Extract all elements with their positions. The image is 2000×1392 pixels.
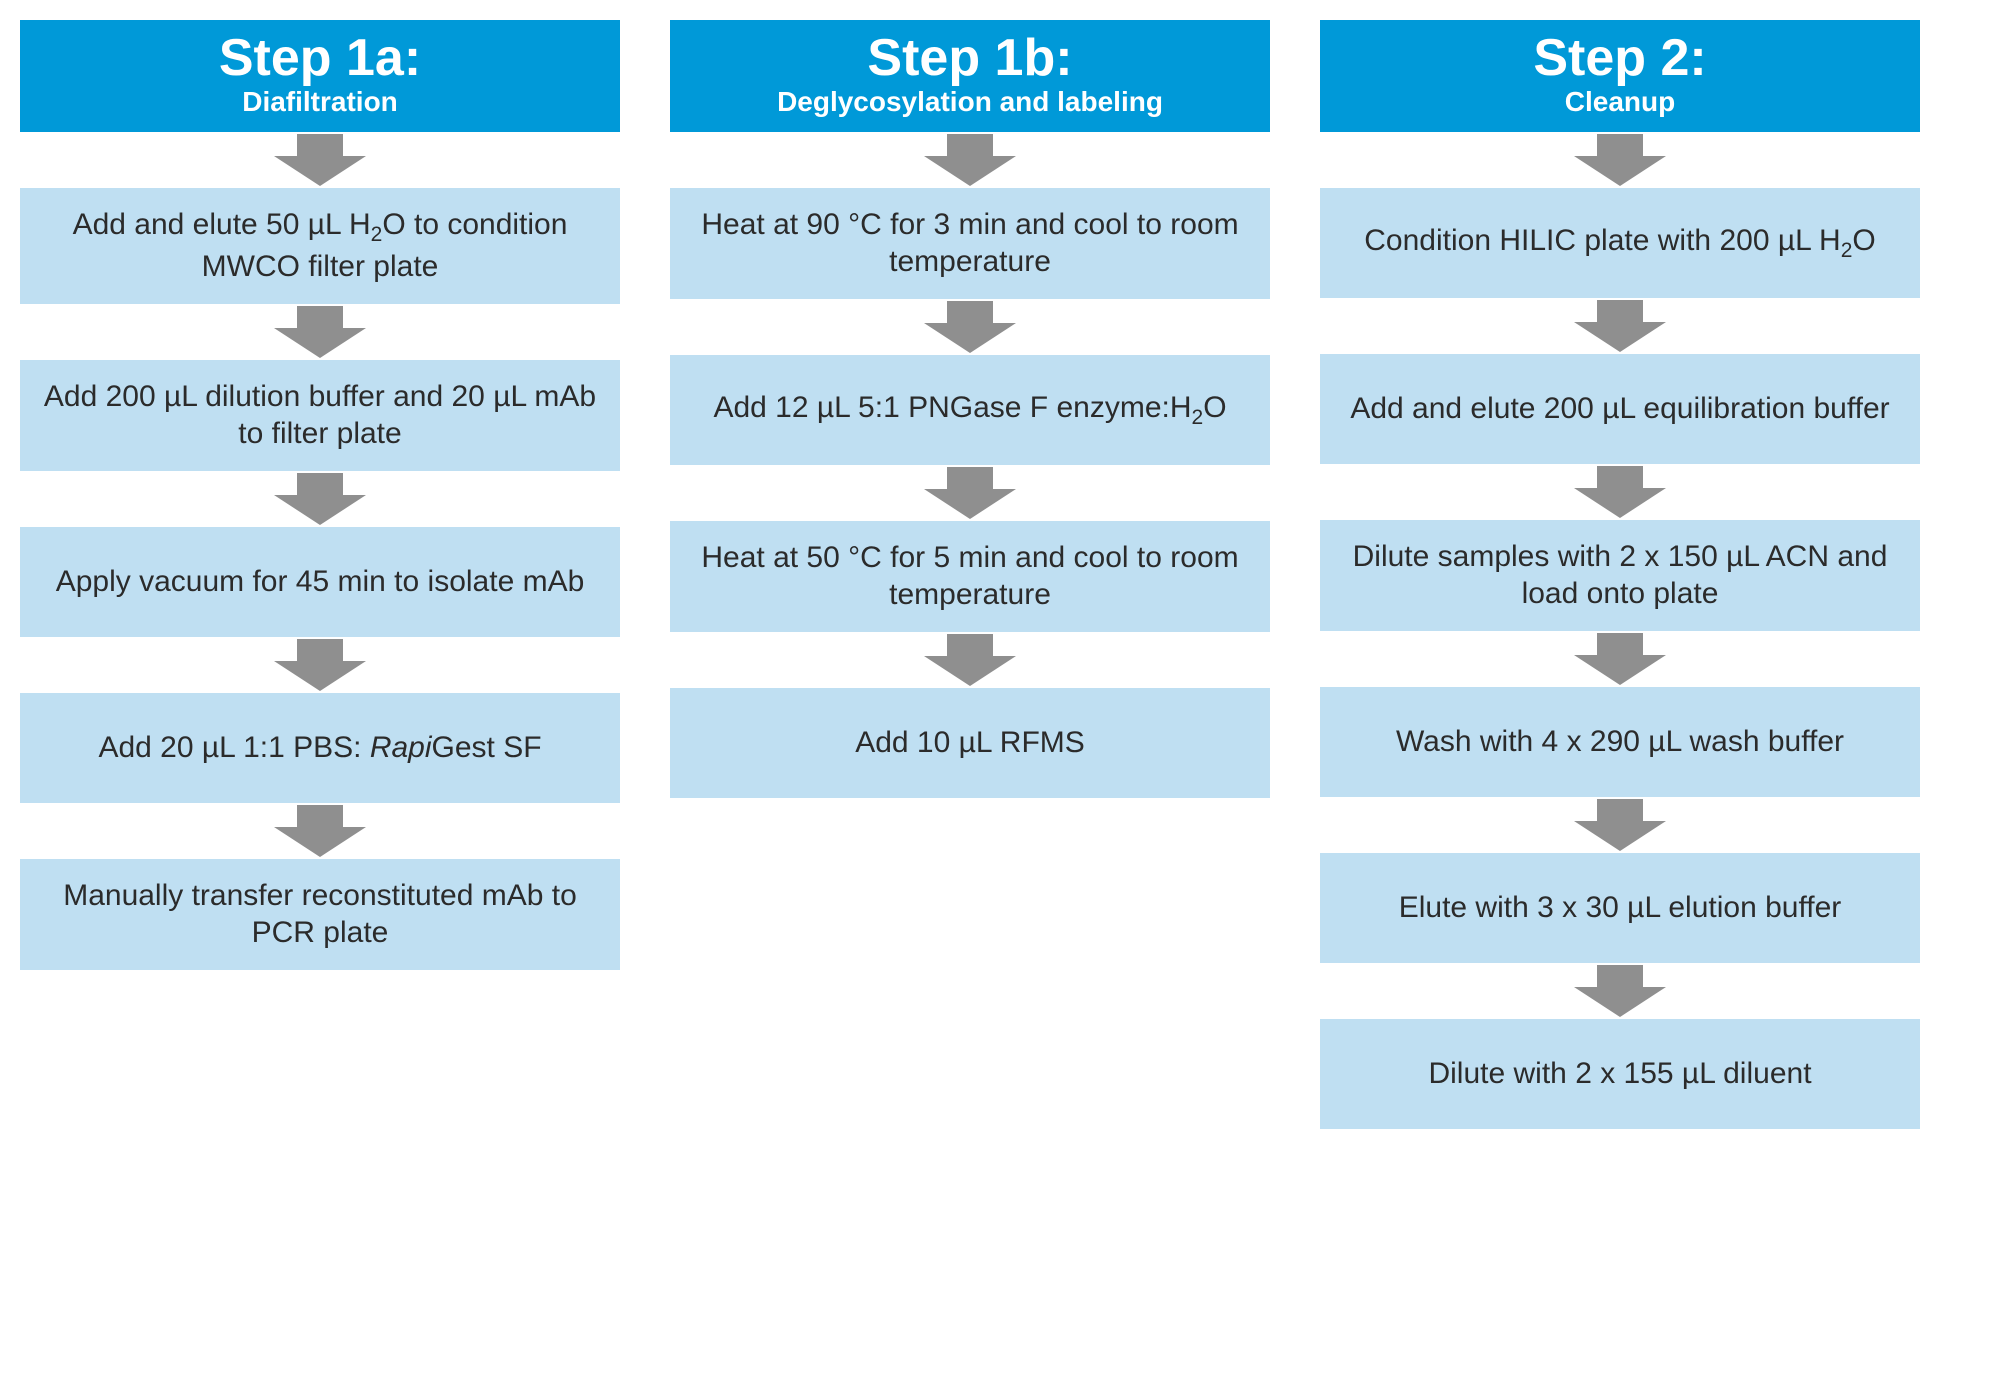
arrow-icon — [1574, 134, 1666, 186]
header-sub-1b: Deglycosylation and labeling — [670, 87, 1270, 118]
step-text: Add 12 µL 5:1 PNGase F enzyme:H2O — [713, 389, 1226, 431]
arrow-icon — [1574, 965, 1666, 1017]
step-text: Add and elute 200 µL equilibration buffe… — [1350, 390, 1889, 428]
step-text: Dilute samples with 2 x 150 µL ACN and l… — [1340, 538, 1900, 613]
header-title-2: Step 2: — [1320, 30, 1920, 87]
header-box-1a: Step 1a: Diafiltration — [20, 20, 620, 132]
step-box: Elute with 3 x 30 µL elution buffer — [1320, 853, 1920, 963]
arrow-icon — [1574, 300, 1666, 352]
arrow-icon — [1574, 799, 1666, 851]
step-text: Dilute with 2 x 155 µL diluent — [1428, 1055, 1811, 1093]
column-step-1a: Step 1a: Diafiltration Add and elute 50 … — [20, 20, 620, 970]
column-step-1b: Step 1b: Deglycosylation and labeling He… — [670, 20, 1270, 798]
header-sub-2: Cleanup — [1320, 87, 1920, 118]
arrow-icon — [924, 467, 1016, 519]
step-box: Apply vacuum for 45 min to isolate mAb — [20, 527, 620, 637]
header-sub-1a: Diafiltration — [20, 87, 620, 118]
step-box: Dilute with 2 x 155 µL diluent — [1320, 1019, 1920, 1129]
step-box: Add and elute 50 µL H2O to condition MWC… — [20, 188, 620, 304]
header-box-2: Step 2: Cleanup — [1320, 20, 1920, 132]
step-text: Heat at 50 °C for 5 min and cool to room… — [690, 539, 1250, 614]
step-box: Add 10 µL RFMS — [670, 688, 1270, 798]
step-box: Add 20 µL 1:1 PBS: RapiGest SF — [20, 693, 620, 803]
step-text: Add and elute 50 µL H2O to condition MWC… — [40, 206, 600, 286]
step-box: Dilute samples with 2 x 150 µL ACN and l… — [1320, 520, 1920, 631]
step-box: Condition HILIC plate with 200 µL H2O — [1320, 188, 1920, 298]
header-box-1b: Step 1b: Deglycosylation and labeling — [670, 20, 1270, 132]
arrow-icon — [1574, 466, 1666, 518]
step-text: Condition HILIC plate with 200 µL H2O — [1364, 222, 1875, 264]
step-text: Add 200 µL dilution buffer and 20 µL mAb… — [40, 378, 600, 453]
arrow-icon — [274, 134, 366, 186]
column-step-2: Step 2: Cleanup Condition HILIC plate wi… — [1320, 20, 1920, 1129]
step-text: Wash with 4 x 290 µL wash buffer — [1396, 723, 1844, 761]
step-text: Elute with 3 x 30 µL elution buffer — [1399, 889, 1842, 927]
step-box: Add 200 µL dilution buffer and 20 µL mAb… — [20, 360, 620, 471]
step-text: Add 10 µL RFMS — [855, 724, 1085, 762]
arrow-icon — [924, 634, 1016, 686]
header-title-1b: Step 1b: — [670, 30, 1270, 87]
step-text: Apply vacuum for 45 min to isolate mAb — [56, 563, 585, 601]
step-box: Add 12 µL 5:1 PNGase F enzyme:H2O — [670, 355, 1270, 465]
arrow-icon — [274, 473, 366, 525]
flowchart-container: Step 1a: Diafiltration Add and elute 50 … — [20, 20, 1980, 1129]
step-text: Add 20 µL 1:1 PBS: RapiGest SF — [98, 729, 541, 767]
arrow-icon — [274, 805, 366, 857]
step-box: Wash with 4 x 290 µL wash buffer — [1320, 687, 1920, 797]
step-box: Heat at 90 °C for 3 min and cool to room… — [670, 188, 1270, 299]
arrow-icon — [924, 301, 1016, 353]
step-box: Manually transfer reconstituted mAb to P… — [20, 859, 620, 970]
arrow-icon — [274, 639, 366, 691]
arrow-icon — [1574, 633, 1666, 685]
step-text: Manually transfer reconstituted mAb to P… — [40, 877, 600, 952]
step-box: Heat at 50 °C for 5 min and cool to room… — [670, 521, 1270, 632]
step-box: Add and elute 200 µL equilibration buffe… — [1320, 354, 1920, 464]
arrow-icon — [274, 306, 366, 358]
step-text: Heat at 90 °C for 3 min and cool to room… — [690, 206, 1250, 281]
header-title-1a: Step 1a: — [20, 30, 620, 87]
arrow-icon — [924, 134, 1016, 186]
